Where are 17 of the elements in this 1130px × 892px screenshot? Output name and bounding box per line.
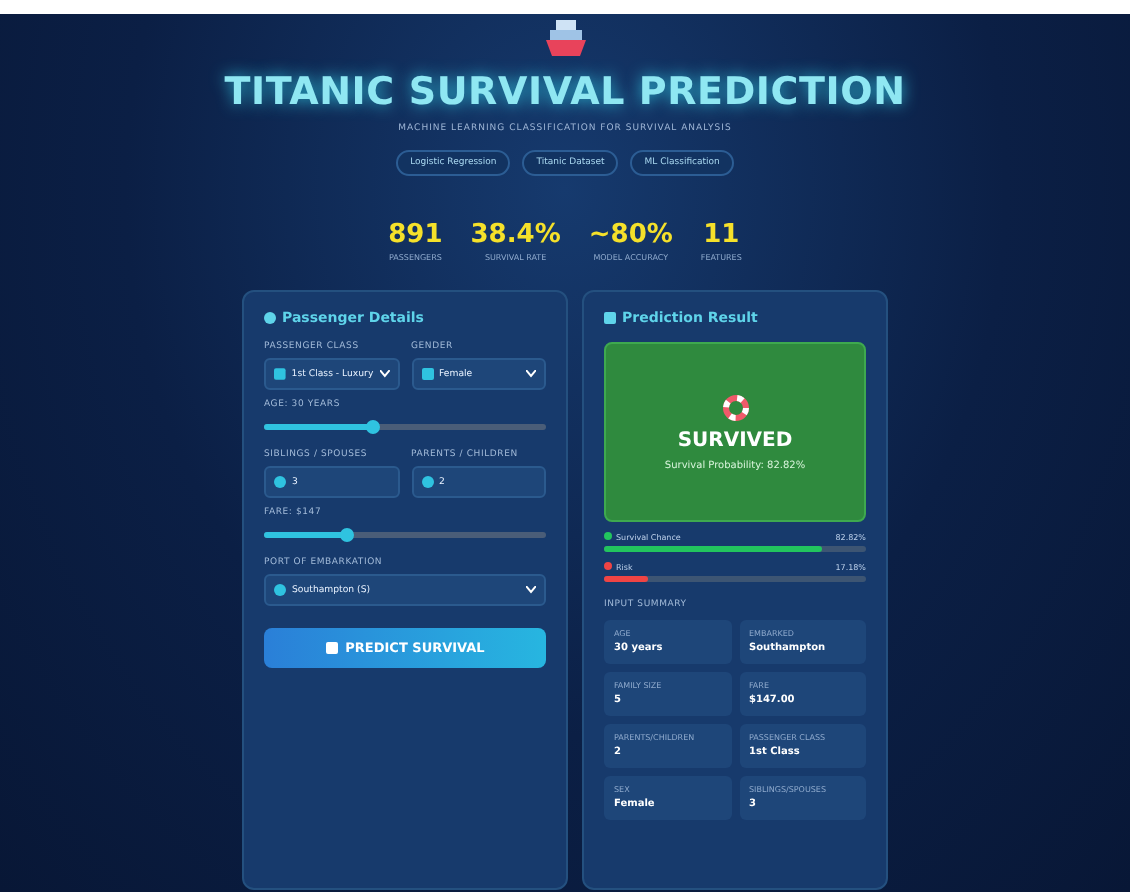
stat-value: 38.4%: [470, 220, 561, 250]
caret-icon: [379, 370, 389, 378]
stat-value: 891: [388, 220, 443, 250]
ship-icon: [543, 18, 587, 58]
lifebuoy-icon: [721, 393, 749, 421]
slider-thumb[interactable]: [339, 528, 354, 542]
slider-fill[interactable]: [264, 424, 372, 430]
page-title: TITANIC SURVIVAL PREDICTION: [224, 70, 906, 114]
slider-track[interactable]: [264, 424, 546, 430]
slider-thumb[interactable]: [365, 420, 380, 434]
result-outcome: SURVIVED: [677, 429, 793, 451]
slider-track[interactable]: [264, 532, 546, 538]
stat-value: ~80%: [588, 220, 673, 250]
caret-icon: [526, 586, 536, 594]
slider-fill[interactable]: [264, 532, 346, 538]
caret-icon: [526, 370, 536, 378]
stat-value: 11: [703, 220, 740, 250]
